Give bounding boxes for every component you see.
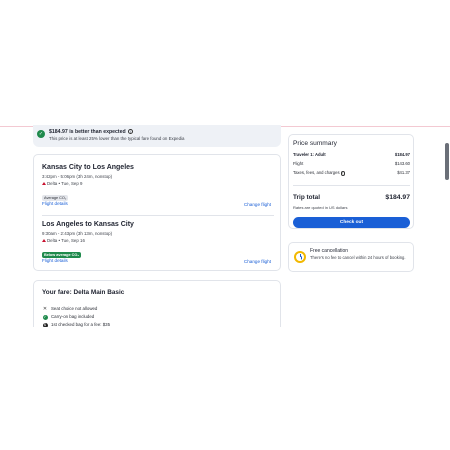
price-divider [293,185,410,186]
traveler-row: Traveler 1: Adult $184.97 [293,152,410,157]
segment-route: Los Angeles to Kansas City [42,221,134,228]
taxes-row: Taxes, fees, and charges i $41.37 [293,170,410,176]
fare-feature-text: Carry-on bag included [51,314,95,319]
flight-price-row: Flight $143.60 [293,161,410,166]
change-flight-link-outbound[interactable]: Change flight [244,202,271,207]
fare-feature-carry-on: ✓ Carry-on bag included [42,314,94,320]
checkout-page: ✓ $184.97 is better than expected i This … [30,125,445,327]
flight-segments-card: Kansas City to Los Angeles 3:42pm - 5:06… [33,154,281,271]
page-scrollbar[interactable] [445,143,449,180]
traveler-label: Traveler 1: Adult [293,152,326,157]
cancellation-text: There's no fee to cancel within 24 hours… [310,255,406,260]
banner-subtitle: This price is at least 25% lower than th… [49,136,185,141]
segment-airline-date: Delta • Tue, Sep 16 [47,238,85,243]
check-circle-icon: ✓ [37,130,45,138]
price-insight-banner: ✓ $184.97 is better than expected i This … [33,125,281,147]
delta-logo-icon [42,239,46,242]
taxes-label: Taxes, fees, and charges [293,170,340,175]
segment-route: Kansas City to Los Angeles [42,164,134,171]
change-flight-link-return[interactable]: Change flight [244,259,271,264]
free-cancellation-card: Free cancellation There's no fee to canc… [288,242,414,272]
segment-airline: Delta • Tue, Sep 9 [42,181,274,186]
info-icon[interactable]: i [340,171,346,176]
banner-title-text: $184.97 is better than expected [49,129,126,135]
segment-times: 3:42pm - 5:06pm (3h 24m, nonstop) [42,174,113,179]
delta-logo-icon [42,182,46,185]
flight-details-link-return[interactable]: Flight details [42,258,68,263]
segment-times: 9:30am - 2:43pm (3h 13m, nonstop) [42,231,113,236]
fare-feature-text: 1st checked bag for a fee: $35 [51,322,111,327]
banner-title: $184.97 is better than expected i [49,129,133,135]
fare-feature-checked-bag: $1st checked bag for a fee: $35 [42,322,110,327]
segment-airline-date: Delta • Tue, Sep 9 [47,181,83,186]
flight-price: $143.60 [394,161,410,166]
price-summary-card: Price summary Traveler 1: Adult $184.97 … [288,134,414,229]
trip-total-price: $184.97 [385,194,410,201]
fare-feature-text: Seat choice not allowed [51,306,98,311]
check-icon: ✓ [42,315,48,320]
trip-total-row: Trip total $184.97 [293,194,410,201]
flight-segment-return: Los Angeles to Kansas City 9:30am - 2:43… [42,221,274,261]
fare-feature-seat: ✕ Seat choice not allowed [42,306,98,312]
traveler-price: $184.97 [394,152,410,157]
taxes-price: $41.37 [397,170,410,175]
fare-title: Your fare: Delta Main Basic [42,289,125,296]
flight-label: Flight [293,161,304,166]
trip-total-label: Trip total [293,194,320,201]
segment-divider [42,215,274,216]
cancellation-title: Free cancellation [310,248,349,254]
info-icon[interactable]: i [127,129,133,134]
segment-airline: Delta • Tue, Sep 16 [42,238,274,243]
fee-icon: $ [42,323,48,327]
check-out-button[interactable]: Check out [293,217,410,228]
fare-details-card: Your fare: Delta Main Basic ✕ Seat choice… [33,280,281,327]
x-icon: ✕ [42,306,48,312]
flight-segment-outbound: Kansas City to Los Angeles 3:42pm - 5:06… [42,164,274,204]
currency-note: Rates are quoted in US dollars [293,205,348,210]
flight-details-link-outbound[interactable]: Flight details [42,201,68,206]
clock-icon [294,251,306,263]
price-summary-title: Price summary [293,140,337,147]
